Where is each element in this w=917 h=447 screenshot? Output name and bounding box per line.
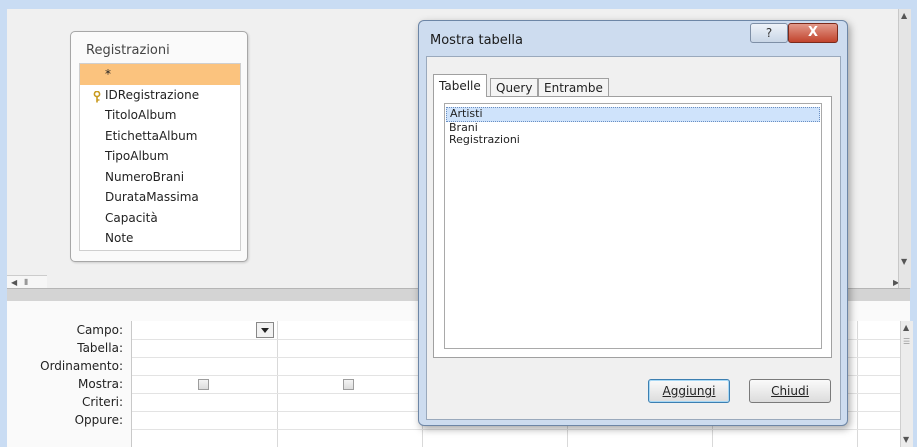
- field-label: NumeroBrani: [105, 169, 185, 184]
- field-item[interactable]: IDRegistrazione: [80, 85, 240, 106]
- help-button[interactable]: ?: [750, 23, 788, 43]
- close-button[interactable]: Chiudi: [749, 379, 831, 403]
- table-listbox[interactable]: Artisti Brani Registrazioni: [444, 103, 822, 349]
- tab-query[interactable]: Query: [490, 78, 539, 96]
- field-item[interactable]: NumeroBrani: [80, 167, 240, 188]
- field-dropdown-button[interactable]: [256, 322, 274, 338]
- table-list-item[interactable]: Artisti: [446, 107, 820, 122]
- field-label: *: [105, 67, 111, 81]
- field-item[interactable]: EtichettaAlbum: [80, 126, 240, 147]
- key-icon: [93, 89, 101, 102]
- field-item[interactable]: TipoAlbum: [80, 146, 240, 167]
- grid-scroll-up-icon[interactable]: ▲: [903, 323, 909, 332]
- grid-scroll-down-icon[interactable]: ▼: [903, 435, 909, 444]
- chevron-down-icon: [261, 328, 269, 333]
- field-item[interactable]: Capacità: [80, 208, 240, 229]
- horizontal-scrollbar[interactable]: ◀ ▮: [7, 275, 47, 289]
- scroll-left-icon[interactable]: ◀: [11, 278, 17, 287]
- field-label: EtichettaAlbum: [105, 128, 198, 143]
- tab-panel: Artisti Brani Registrazioni: [433, 96, 832, 358]
- table-title: Registrazioni: [86, 43, 170, 58]
- dialog-body: Tabelle Query Entrambe Artisti Brani Regis…: [426, 56, 841, 420]
- vertical-scrollbar-upper[interactable]: ▲ ▼: [898, 9, 911, 288]
- grid-row-label: Mostra:: [78, 377, 123, 391]
- field-item[interactable]: *: [80, 64, 240, 85]
- field-label: Note: [105, 231, 134, 245]
- show-checkbox-1[interactable]: [198, 379, 209, 390]
- grid-row-labels: Campo: Tabella: Ordinamento: Mostra: Criteri…: [7, 321, 127, 429]
- field-label: IDRegistrazione: [105, 87, 200, 102]
- field-label: TipoAlbum: [105, 149, 169, 163]
- scroll-down-icon[interactable]: ▼: [901, 257, 907, 266]
- dialog-title: Mostra tabella: [430, 33, 523, 48]
- field-item[interactable]: DurataMassima: [80, 187, 240, 208]
- field-item[interactable]: Note: [80, 228, 240, 249]
- scroll-up-icon[interactable]: ▲: [901, 11, 907, 20]
- grid-row-label: Criteri:: [81, 395, 123, 409]
- field-label: DurataMassima: [105, 190, 199, 204]
- grid-row-label: Tabella:: [77, 341, 123, 355]
- table-list-item[interactable]: Registrazioni: [446, 134, 820, 147]
- scroll-thumb[interactable]: ▮: [24, 277, 28, 286]
- add-button[interactable]: Aggiungi: [648, 379, 730, 403]
- close-icon[interactable]: X: [788, 23, 838, 43]
- field-item[interactable]: TitoloAlbum: [80, 105, 240, 126]
- grid-row-label: Campo:: [76, 323, 123, 337]
- grid-scroll-thumb[interactable]: ☰: [903, 337, 910, 346]
- grid-row-label: Oppure:: [74, 413, 123, 427]
- show-checkbox-2[interactable]: [343, 379, 354, 390]
- field-label: TitoloAlbum: [105, 108, 177, 122]
- show-table-dialog: Mostra tabella ? X Tabelle Query Entramb…: [418, 20, 848, 426]
- tab-tabelle[interactable]: Tabelle: [433, 74, 487, 97]
- tab-entrambe[interactable]: Entrambe: [538, 78, 609, 96]
- field-label: Capacità: [105, 210, 158, 225]
- field-list: * IDRegistrazione TitoloAlbum EtichettaAlbu…: [79, 63, 241, 251]
- vertical-scrollbar-grid[interactable]: ▲ ☰ ▼: [900, 321, 913, 447]
- grid-row-label: Ordinamento:: [40, 359, 123, 373]
- table-registrazioni[interactable]: Registrazioni * IDRegistrazione TitoloAlbu…: [70, 31, 248, 262]
